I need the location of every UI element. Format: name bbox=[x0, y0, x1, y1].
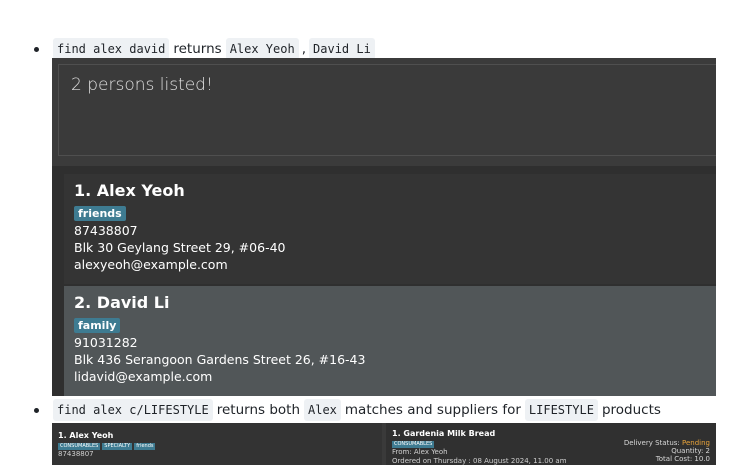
person-name: 2. David Li bbox=[74, 293, 170, 312]
returns-both-text: returns both bbox=[216, 402, 300, 418]
bullet-find-alex-lifestyle: find alex c/LIFESTYLE returns both Alex … bbox=[34, 399, 661, 421]
products-text: products bbox=[601, 402, 661, 418]
order-quantity: Quantity: 2 bbox=[671, 447, 710, 455]
delivery-status-label: Delivery Status: bbox=[623, 439, 680, 447]
order-list-panel: 1. Gardenia Milk Bread CONSUMABLES From:… bbox=[386, 423, 716, 465]
command-code: find alex david bbox=[53, 38, 170, 60]
person-name: 1. Alex Yeoh bbox=[58, 431, 114, 440]
person-tag: CONSUMABLES bbox=[58, 443, 101, 450]
person-tag: SPECIALTY bbox=[102, 443, 133, 450]
order-status: Delivery Status: Pending Quantity: 2 Tot… bbox=[624, 439, 710, 463]
command-code: find alex c/LIFESTYLE bbox=[53, 399, 213, 421]
person-tag: family bbox=[74, 318, 121, 333]
app-screenshot-lifestyle-result: 1. Alex Yeoh CONSUMABLES SPECIALTY friends… bbox=[52, 423, 716, 465]
person-phone: 91031282 bbox=[74, 335, 138, 350]
bullet-dot bbox=[34, 46, 39, 52]
product-tag: CONSUMABLES bbox=[392, 441, 435, 448]
person-tag: friends bbox=[74, 206, 126, 221]
person-email: alexyeoh@example.com bbox=[74, 257, 228, 272]
person-card-selected[interactable]: 2. David Li family 91031282 Blk 436 Sera… bbox=[64, 286, 716, 396]
name-code-david: David Li bbox=[309, 38, 375, 60]
person-phone: 87438807 bbox=[58, 450, 94, 458]
app-screenshot-find-result: 2 persons listed! 1. Alex Yeoh friends 8… bbox=[52, 58, 716, 396]
alex-code: Alex bbox=[304, 399, 341, 421]
person-address: Blk 436 Serangoon Gardens Street 26, #16… bbox=[74, 352, 366, 367]
lifestyle-code: LIFESTYLE bbox=[524, 399, 598, 421]
name-code-alex: Alex Yeoh bbox=[225, 38, 299, 60]
result-display-box: 2 persons listed! bbox=[58, 64, 716, 156]
order-total-cost: Total Cost: 10.0 bbox=[655, 455, 710, 463]
comma-text: , bbox=[301, 41, 307, 57]
person-card[interactable]: 1. Alex Yeoh friends 87438807 Blk 30 Gey… bbox=[64, 174, 716, 284]
person-phone: 87438807 bbox=[74, 223, 138, 238]
person-address: Blk 30 Geylang Street 29, #06-40 bbox=[74, 240, 286, 255]
result-message: 2 persons listed! bbox=[71, 75, 213, 95]
person-tags: CONSUMABLES SPECIALTY friends bbox=[58, 441, 382, 450]
person-list-panel: 1. Alex Yeoh CONSUMABLES SPECIALTY friends… bbox=[52, 423, 382, 465]
person-tag: friends bbox=[134, 443, 156, 450]
person-email: lidavid@example.com bbox=[74, 369, 213, 384]
matches-text: matches and suppliers for bbox=[344, 402, 521, 418]
product-name: 1. Gardenia Milk Bread bbox=[392, 429, 496, 438]
returns-text: returns bbox=[173, 41, 222, 57]
person-name: 1. Alex Yeoh bbox=[74, 181, 185, 200]
delivery-status-value: Pending bbox=[682, 439, 710, 447]
bullet-find-alex-david: find alex david returns Alex Yeoh , Davi… bbox=[34, 38, 375, 60]
bullet-dot bbox=[34, 407, 39, 413]
